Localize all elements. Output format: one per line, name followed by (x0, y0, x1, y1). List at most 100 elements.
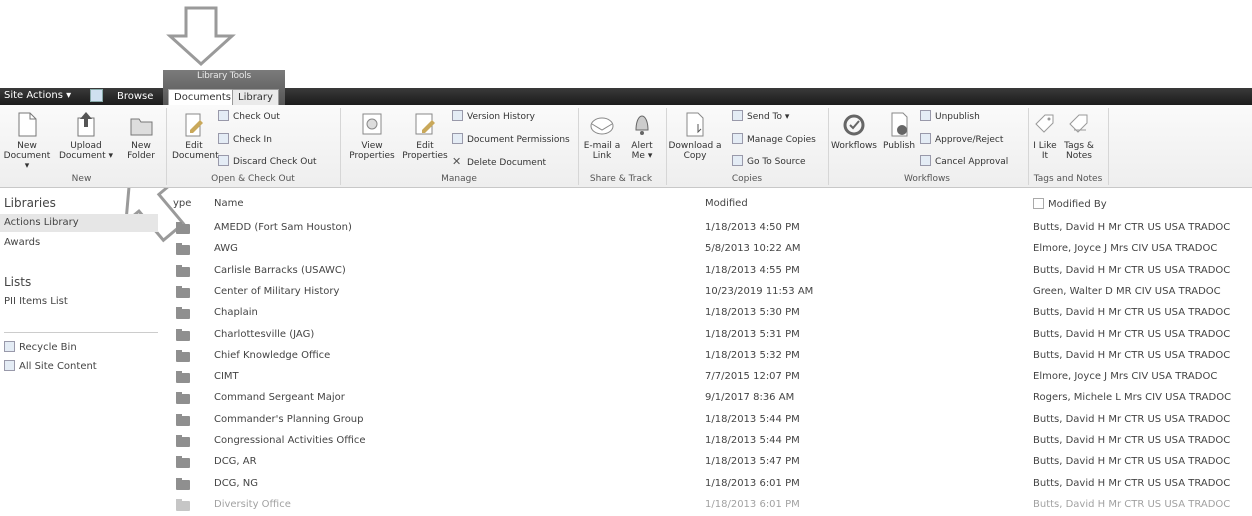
column-header-modified[interactable]: Modified (705, 198, 748, 209)
view-properties-label: View Properties (349, 141, 395, 161)
row-name-link[interactable]: Commander's Planning Group (214, 414, 364, 425)
unpublish-button[interactable]: Unpublish (920, 110, 980, 122)
folder-icon (176, 285, 190, 298)
column-header-name[interactable]: Name (214, 198, 244, 209)
row-name-link[interactable]: AWG (214, 243, 238, 254)
table-row[interactable]: DCG, NG 1/18/2013 6:01 PM Butts, David H M… (160, 475, 1252, 495)
manage-copies-button[interactable]: Manage Copies (732, 133, 816, 145)
manage-copies-icon (732, 133, 743, 144)
table-row[interactable]: Congressional Activities Office 1/18/2013… (160, 432, 1252, 452)
column-header-type[interactable]: ype (173, 198, 191, 209)
discard-check-out-icon (218, 155, 229, 166)
edit-document-button[interactable]: Edit Document (172, 110, 219, 161)
row-modified-by[interactable]: Butts, David H Mr CTR US USA TRADOC (1033, 414, 1230, 425)
browse-tab[interactable]: Browse (117, 91, 153, 102)
row-name-link[interactable]: Center of Military History (214, 286, 339, 297)
cancel-approval-icon (920, 155, 931, 166)
row-modified-by[interactable]: Butts, David H Mr CTR US USA TRADOC (1033, 307, 1230, 318)
library-tools-label: Library Tools (197, 71, 251, 81)
row-modified-by[interactable]: Butts, David H Mr CTR US USA TRADOC (1033, 350, 1230, 361)
navigate-up-icon[interactable] (90, 89, 103, 102)
nav-item-awards[interactable]: Awards (4, 237, 40, 248)
delete-document-button[interactable]: ✕ Delete Document (452, 155, 546, 168)
download-copy-button[interactable]: Download a Copy (668, 110, 722, 161)
nav-item-pii-items-list[interactable]: PII Items List (4, 296, 68, 307)
table-row[interactable]: DCG, AR 1/18/2013 5:47 PM Butts, David H M… (160, 453, 1252, 473)
publish-icon (886, 110, 912, 138)
row-name-link[interactable]: CIMT (214, 371, 239, 382)
table-row[interactable]: AMEDD (Fort Sam Houston) 1/18/2013 4:50 P… (160, 219, 1252, 239)
delete-document-label: Delete Document (467, 158, 547, 168)
new-document-button[interactable]: New Document ▾ (2, 110, 52, 171)
row-modified-by[interactable]: Elmore, Joyce J Mrs CIV USA TRADOC (1033, 243, 1217, 254)
row-modified-by[interactable]: Butts, David H Mr CTR US USA TRADOC (1033, 222, 1230, 233)
row-name-link[interactable]: Command Sergeant Major (214, 392, 345, 403)
row-modified-by[interactable]: Green, Walter D MR CIV USA TRADOC (1033, 286, 1221, 297)
publish-button[interactable]: Publish (880, 110, 918, 151)
table-row[interactable]: Diversity Office 1/18/2013 6:01 PM Butts, … (160, 496, 1252, 516)
column-header-modified-by[interactable]: Modified By (1033, 198, 1107, 210)
row-name-link[interactable]: Diversity Office (214, 499, 291, 510)
table-row[interactable]: Chaplain 1/18/2013 5:30 PM Butts, David H … (160, 304, 1252, 324)
alert-me-button[interactable]: Alert Me ▾ (624, 110, 660, 161)
upload-document-button[interactable]: Upload Document ▾ (58, 110, 114, 161)
row-modified-by[interactable]: Rogers, Michele L Mrs CIV USA TRADOC (1033, 392, 1231, 403)
row-name-link[interactable]: AMEDD (Fort Sam Houston) (214, 222, 352, 233)
row-name-link[interactable]: Chaplain (214, 307, 258, 318)
approve-reject-button[interactable]: Approve/Reject (920, 133, 1003, 145)
email-link-button[interactable]: E-mail a Link (582, 110, 622, 161)
version-history-button[interactable]: Version History (452, 110, 535, 122)
nav-recycle-bin[interactable]: Recycle Bin (4, 341, 77, 353)
cancel-approval-button[interactable]: Cancel Approval (920, 155, 1008, 167)
row-modified-by[interactable]: Butts, David H Mr CTR US USA TRADOC (1033, 329, 1230, 340)
cancel-approval-label: Cancel Approval (935, 157, 1009, 167)
row-modified-by[interactable]: Butts, David H Mr CTR US USA TRADOC (1033, 456, 1230, 467)
new-folder-button[interactable]: New Folder (118, 110, 164, 161)
tags-notes-button[interactable]: Tags & Notes (1062, 110, 1096, 161)
table-row[interactable]: Carlisle Barracks (USAWC) 1/18/2013 4:55 … (160, 262, 1252, 282)
row-modified-by[interactable]: Butts, David H Mr CTR US USA TRADOC (1033, 265, 1230, 276)
row-name-link[interactable]: Chief Knowledge Office (214, 350, 330, 361)
check-in-icon (218, 133, 229, 144)
table-row[interactable]: Center of Military History 10/23/2019 11:… (160, 283, 1252, 303)
row-name-link[interactable]: Congressional Activities Office (214, 435, 366, 446)
edit-properties-button[interactable]: Edit Properties (402, 110, 448, 161)
table-row[interactable]: AWG 5/8/2013 10:22 AM Elmore, Joyce J Mrs … (160, 240, 1252, 260)
row-name-link[interactable]: DCG, AR (214, 456, 257, 467)
table-row[interactable]: Charlottesville (JAG) 1/18/2013 5:31 PM Bu… (160, 326, 1252, 346)
workflows-button[interactable]: Workflows (830, 110, 878, 151)
site-actions-menu[interactable]: Site Actions ▾ (4, 90, 71, 101)
nav-item-actions-library[interactable]: Actions Library (4, 217, 79, 228)
i-like-it-button[interactable]: I Like It (1030, 110, 1060, 161)
down-arrow-annotation (166, 6, 236, 68)
table-row[interactable]: CIMT 7/7/2015 12:07 PM Elmore, Joyce J Mrs… (160, 368, 1252, 388)
nav-lists-heading[interactable]: Lists (4, 275, 31, 289)
send-to-button[interactable]: Send To ▾ (732, 110, 789, 122)
group-label-open-check-out: Open & Check Out (211, 174, 295, 184)
check-out-button[interactable]: Check Out (218, 110, 280, 122)
nav-all-site-content[interactable]: All Site Content (4, 360, 97, 372)
nav-libraries-heading[interactable]: Libraries (4, 196, 56, 210)
row-modified-by[interactable]: Butts, David H Mr CTR US USA TRADOC (1033, 435, 1230, 446)
tab-documents[interactable]: Documents (168, 89, 238, 106)
view-properties-icon (359, 110, 385, 138)
table-row[interactable]: Chief Knowledge Office 1/18/2013 5:32 PM B… (160, 347, 1252, 367)
row-name-link[interactable]: DCG, NG (214, 478, 258, 489)
tab-library[interactable]: Library (232, 89, 279, 106)
view-properties-button[interactable]: View Properties (344, 110, 400, 161)
table-row[interactable]: Command Sergeant Major 9/1/2017 8:36 AM Ro… (160, 389, 1252, 409)
row-modified-by[interactable]: Butts, David H Mr CTR US USA TRADOC (1033, 499, 1230, 510)
check-in-button[interactable]: Check In (218, 133, 272, 145)
row-modified-by[interactable]: Butts, David H Mr CTR US USA TRADOC (1033, 478, 1230, 489)
email-link-label: E-mail a Link (583, 141, 621, 161)
document-permissions-button[interactable]: Document Permissions (452, 133, 570, 145)
go-to-source-button[interactable]: Go To Source (732, 155, 806, 167)
row-name-link[interactable]: Carlisle Barracks (USAWC) (214, 265, 346, 276)
upload-document-label: Upload Document ▾ (58, 141, 113, 161)
table-row[interactable]: Commander's Planning Group 1/18/2013 5:44… (160, 411, 1252, 431)
select-all-checkbox[interactable] (1033, 198, 1044, 209)
folder-icon (176, 371, 190, 384)
row-modified-by[interactable]: Elmore, Joyce J Mrs CIV USA TRADOC (1033, 371, 1217, 382)
row-name-link[interactable]: Charlottesville (JAG) (214, 329, 314, 340)
discard-check-out-button[interactable]: Discard Check Out (218, 155, 317, 167)
